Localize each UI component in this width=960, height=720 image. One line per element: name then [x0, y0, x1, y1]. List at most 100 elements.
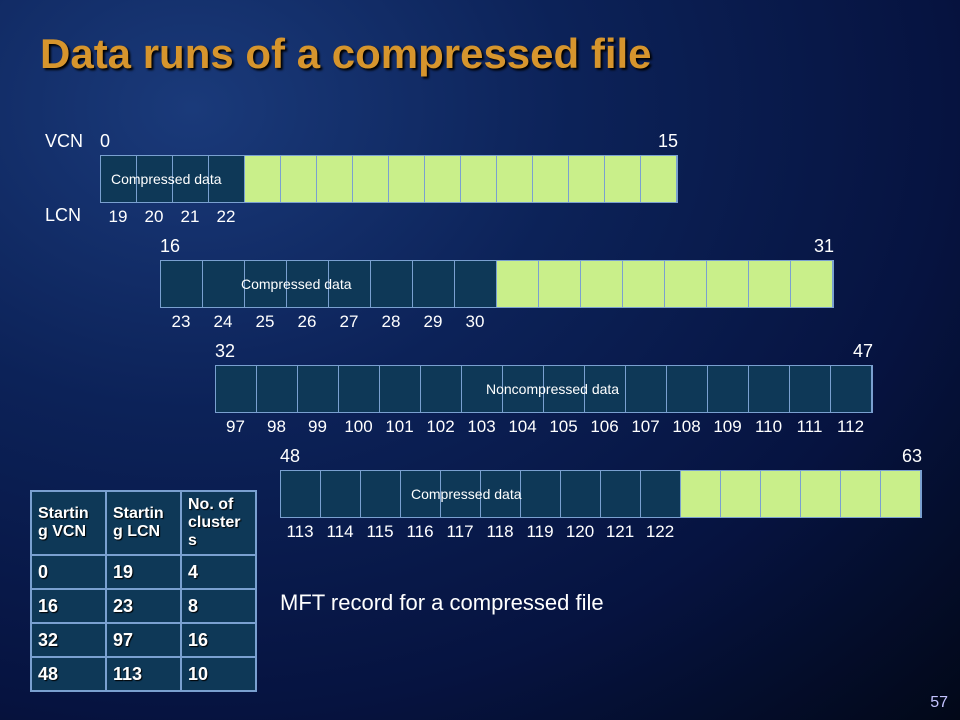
cluster-cell-sparse: [605, 156, 641, 202]
table-row: 329716: [31, 623, 256, 657]
table-cell: 97: [106, 623, 181, 657]
vcn-end-label: 63: [902, 446, 922, 467]
lcn-tick: 115: [360, 522, 400, 542]
table-cell: 19: [106, 555, 181, 589]
lcn-tick: 100: [338, 417, 379, 437]
cluster-cell-allocated: [601, 471, 641, 517]
cluster-cell-sparse: [761, 471, 801, 517]
vcn-end-label: 31: [814, 236, 834, 257]
lcn-tick: 110: [748, 417, 789, 437]
cluster-cell-sparse: [533, 156, 569, 202]
cluster-cell-allocated: [209, 156, 245, 202]
cluster-cell-sparse: [623, 261, 665, 307]
run-3: 4863Compressed data113114115116117118119…: [280, 470, 922, 518]
lcn-tick: 105: [543, 417, 584, 437]
table-cell: 16: [181, 623, 256, 657]
lcn-tick: 21: [172, 207, 208, 227]
lcn-tick: 24: [202, 312, 244, 332]
cluster-cell-allocated: [441, 471, 481, 517]
cluster-bar: Compressed data: [100, 155, 678, 203]
lcn-tick: 97: [215, 417, 256, 437]
lcn-tick: 27: [328, 312, 370, 332]
cluster-cell-allocated: [287, 261, 329, 307]
cluster-cell-allocated: [749, 366, 790, 412]
cluster-cell-allocated: [481, 471, 521, 517]
lcn-tick: 26: [286, 312, 328, 332]
cluster-cell-allocated: [503, 366, 544, 412]
cluster-cell-sparse: [841, 471, 881, 517]
cluster-bar: Compressed data: [160, 260, 834, 308]
table-cell: 8: [181, 589, 256, 623]
cluster-cell-sparse: [881, 471, 921, 517]
lcn-tick: 116: [400, 522, 440, 542]
cluster-cell-sparse: [497, 261, 539, 307]
lcn-tick: 23: [160, 312, 202, 332]
cluster-cell-sparse: [317, 156, 353, 202]
cluster-cell-sparse: [539, 261, 581, 307]
lcn-tick: 122: [640, 522, 680, 542]
vcn-start-label: 0: [100, 131, 110, 152]
mft-table: Starting VCNStarting LCNNo. of clusters …: [30, 490, 257, 692]
cluster-cell-allocated: [245, 261, 287, 307]
cluster-cell-allocated: [455, 261, 497, 307]
cluster-cell-allocated: [421, 366, 462, 412]
lcn-tick: 107: [625, 417, 666, 437]
lcn-tick: 22: [208, 207, 244, 227]
run-2: 3247Noncompressed data979899100101102103…: [215, 365, 873, 413]
lcn-tick: 99: [297, 417, 338, 437]
lcn-tick: 29: [412, 312, 454, 332]
table-cell: 10: [181, 657, 256, 691]
lcn-tick: 119: [520, 522, 560, 542]
cluster-cell-allocated: [544, 366, 585, 412]
cluster-cell-allocated: [339, 366, 380, 412]
vcn-start-label: 48: [280, 446, 300, 467]
cluster-cell-allocated: [329, 261, 371, 307]
cluster-cell-allocated: [321, 471, 361, 517]
cluster-cell-allocated: [585, 366, 626, 412]
cluster-cell-allocated: [371, 261, 413, 307]
table-cell: 113: [106, 657, 181, 691]
lcn-tick: 101: [379, 417, 420, 437]
cluster-cell-allocated: [413, 261, 455, 307]
lcn-tick: 121: [600, 522, 640, 542]
cluster-cell-allocated: [462, 366, 503, 412]
cluster-cell-allocated: [203, 261, 245, 307]
run-1: 1631Compressed data2324252627282930: [160, 260, 834, 308]
lcn-tick: 103: [461, 417, 502, 437]
table-cell: 23: [106, 589, 181, 623]
cluster-cell-allocated: [137, 156, 173, 202]
table-row: 16238: [31, 589, 256, 623]
cluster-bar: Noncompressed data: [215, 365, 873, 413]
table-header: Starting LCN: [106, 491, 181, 555]
table-cell: 4: [181, 555, 256, 589]
vcn-end-label: 15: [658, 131, 678, 152]
lcn-tick: 108: [666, 417, 707, 437]
cluster-cell-allocated: [298, 366, 339, 412]
table-cell: 32: [31, 623, 106, 657]
lcn-tick: 118: [480, 522, 520, 542]
cluster-cell-sparse: [581, 261, 623, 307]
slide-title: Data runs of a compressed file: [40, 30, 652, 78]
cluster-cell-sparse: [681, 471, 721, 517]
lcn-tick: 112: [830, 417, 871, 437]
lcn-tick: 109: [707, 417, 748, 437]
cluster-cell-sparse: [425, 156, 461, 202]
run-0: 015VCNLCNCompressed data19202122: [100, 155, 678, 203]
table-row: 4811310: [31, 657, 256, 691]
cluster-cell-allocated: [641, 471, 681, 517]
cluster-cell-sparse: [791, 261, 833, 307]
slide-number: 57: [930, 694, 948, 712]
table-cell: 0: [31, 555, 106, 589]
cluster-cell-sparse: [569, 156, 605, 202]
cluster-cell-sparse: [721, 471, 761, 517]
lcn-tick: 98: [256, 417, 297, 437]
vcn-start-label: 16: [160, 236, 180, 257]
cluster-cell-sparse: [665, 261, 707, 307]
cluster-cell-allocated: [667, 366, 708, 412]
mft-caption: MFT record for a compressed file: [280, 590, 604, 616]
table-header: No. of clusters: [181, 491, 256, 555]
cluster-cell-sparse: [749, 261, 791, 307]
lcn-tick: 120: [560, 522, 600, 542]
vcn-end-label: 47: [853, 341, 873, 362]
cluster-cell-sparse: [389, 156, 425, 202]
